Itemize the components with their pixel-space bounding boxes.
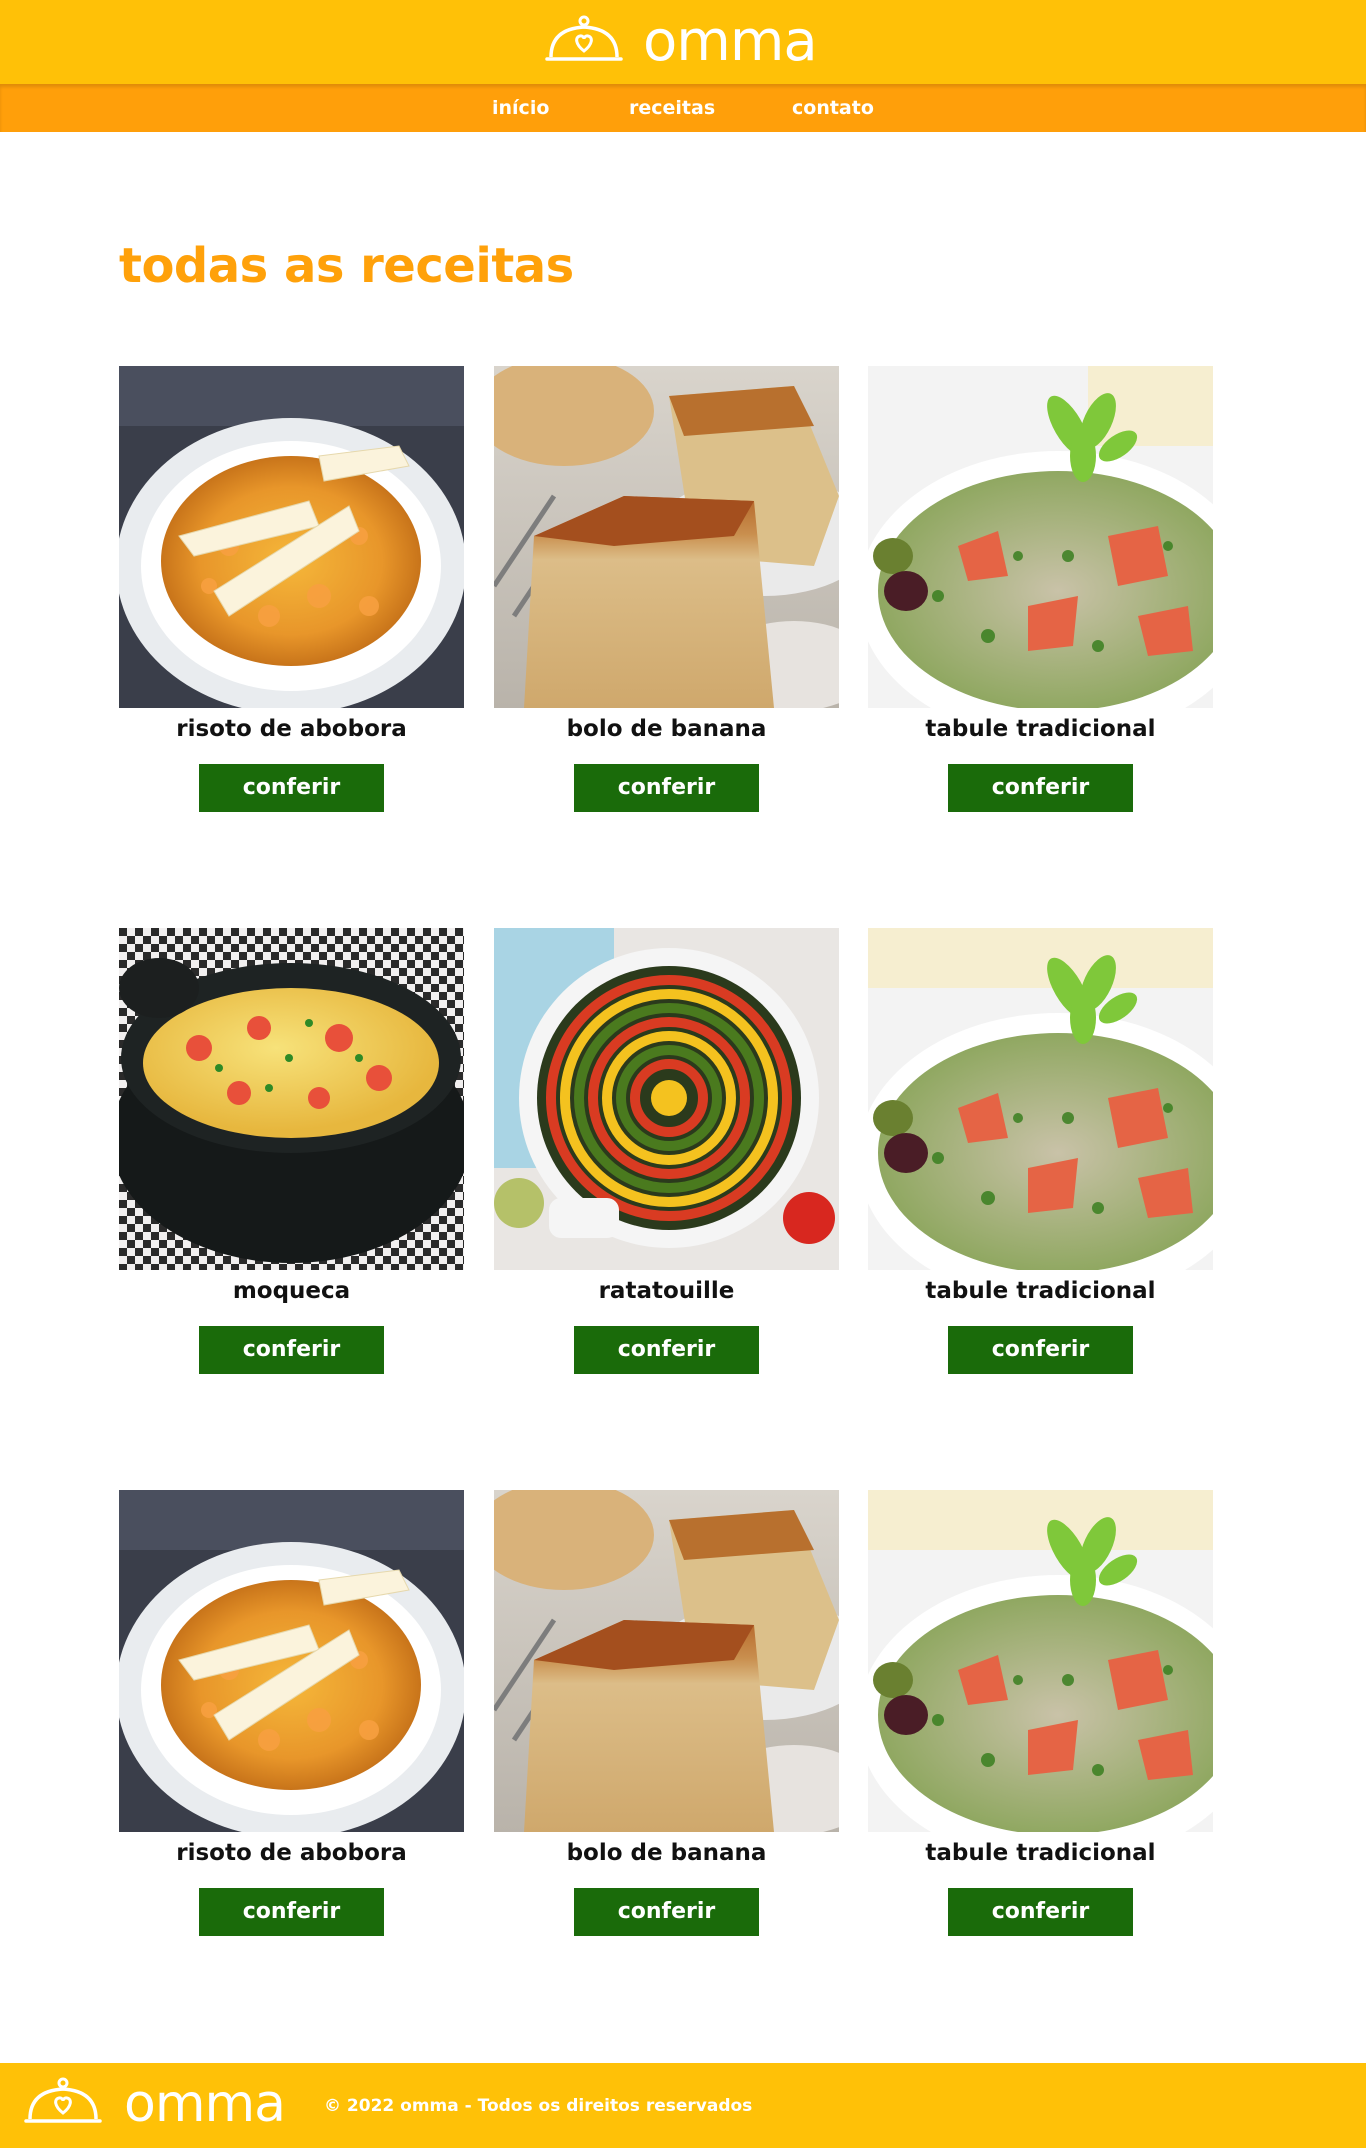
recipe-card: bolo de banana conferir	[494, 1490, 839, 1936]
recipe-title: tabule tradicional	[925, 716, 1156, 742]
ratatouille-photo[interactable]	[494, 928, 839, 1270]
nav-item-contato[interactable]: contato	[792, 96, 874, 120]
recipe-title: ratatouille	[598, 1278, 735, 1304]
recipe-card: bolo de banana conferir	[494, 366, 839, 812]
conferir-button[interactable]: conferir	[574, 1888, 759, 1936]
recipe-title: tabule tradicional	[925, 1840, 1156, 1866]
recipe-card: moqueca conferir	[119, 928, 464, 1374]
tabbouleh-photo[interactable]	[868, 928, 1213, 1270]
footer-logo[interactable]: omma	[24, 2074, 286, 2134]
nav-item-inicio[interactable]: início	[492, 96, 549, 120]
conferir-button[interactable]: conferir	[574, 1326, 759, 1374]
banana-cake-photo[interactable]	[494, 366, 839, 708]
conferir-button[interactable]: conferir	[574, 764, 759, 812]
conferir-button[interactable]: conferir	[199, 1326, 384, 1374]
recipe-title: moqueca	[232, 1278, 351, 1304]
conferir-button[interactable]: conferir	[948, 1326, 1133, 1374]
page-footer: omma © 2022 omma - Todos os direitos res…	[0, 2063, 1366, 2148]
recipe-card: risoto de abobora conferir	[119, 1490, 464, 1936]
recipe-title: risoto de abobora	[176, 716, 407, 742]
brand-logo[interactable]: omma	[545, 9, 818, 74]
top-header: omma	[0, 0, 1366, 84]
recipe-card: tabule tradicional conferir	[868, 366, 1213, 812]
nav-item-receitas[interactable]: receitas	[629, 96, 715, 120]
recipe-card: tabule tradicional conferir	[868, 928, 1213, 1374]
footer-brand-name: omma	[124, 2074, 286, 2134]
recipe-card: ratatouille conferir	[494, 928, 839, 1374]
recipe-title: risoto de abobora	[176, 1840, 407, 1866]
risotto-photo[interactable]	[119, 366, 464, 708]
conferir-button[interactable]: conferir	[948, 764, 1133, 812]
brand-name: omma	[643, 9, 818, 74]
conferir-button[interactable]: conferir	[948, 1888, 1133, 1936]
conferir-button[interactable]: conferir	[199, 1888, 384, 1936]
copyright-text: © 2022 omma - Todos os direitos reservad…	[324, 2096, 753, 2116]
cloche-heart-icon	[24, 2075, 102, 2133]
page-title: todas as receitas	[119, 238, 574, 294]
cloche-heart-icon	[545, 13, 623, 71]
recipe-card: tabule tradicional conferir	[868, 1490, 1213, 1936]
recipe-title: tabule tradicional	[925, 1278, 1156, 1304]
tabbouleh-photo[interactable]	[868, 366, 1213, 708]
recipe-title: bolo de banana	[566, 1840, 767, 1866]
conferir-button[interactable]: conferir	[199, 764, 384, 812]
recipe-title: bolo de banana	[566, 716, 767, 742]
banana-cake-photo[interactable]	[494, 1490, 839, 1832]
moqueca-photo[interactable]	[119, 928, 464, 1270]
main-nav: início receitas contato	[0, 84, 1366, 132]
recipe-card: risoto de abobora conferir	[119, 366, 464, 812]
risotto-photo[interactable]	[119, 1490, 464, 1832]
tabbouleh-photo[interactable]	[868, 1490, 1213, 1832]
